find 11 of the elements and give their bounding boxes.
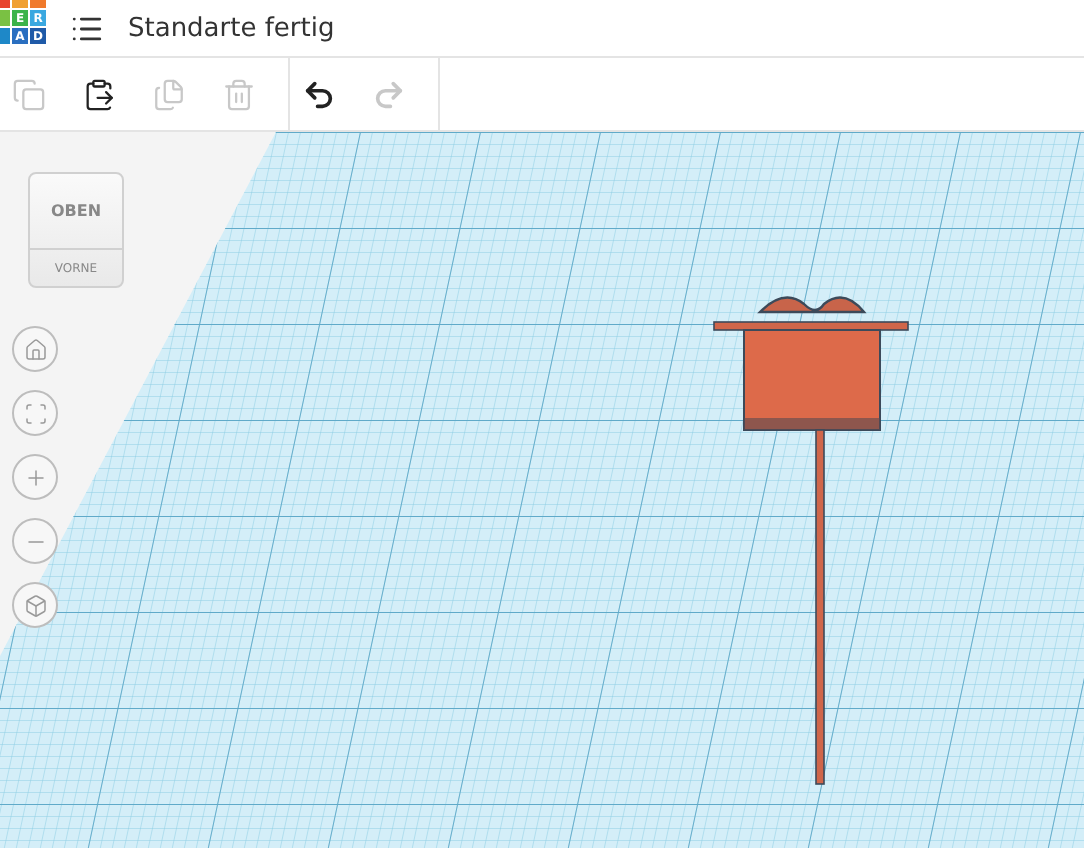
home-button[interactable] [12, 326, 58, 372]
design-title: Standarte fertig [128, 13, 335, 43]
plus-icon [23, 465, 47, 489]
home-icon [23, 337, 47, 361]
fit-view-button[interactable] [12, 390, 58, 436]
zoom-in-button[interactable] [12, 454, 58, 500]
perspective-button[interactable] [12, 582, 58, 628]
fit-view-icon [23, 401, 47, 425]
cube-icon [23, 593, 47, 617]
cube-top-label: OBEN [48, 200, 104, 224]
zoom-out-button[interactable] [12, 518, 58, 564]
